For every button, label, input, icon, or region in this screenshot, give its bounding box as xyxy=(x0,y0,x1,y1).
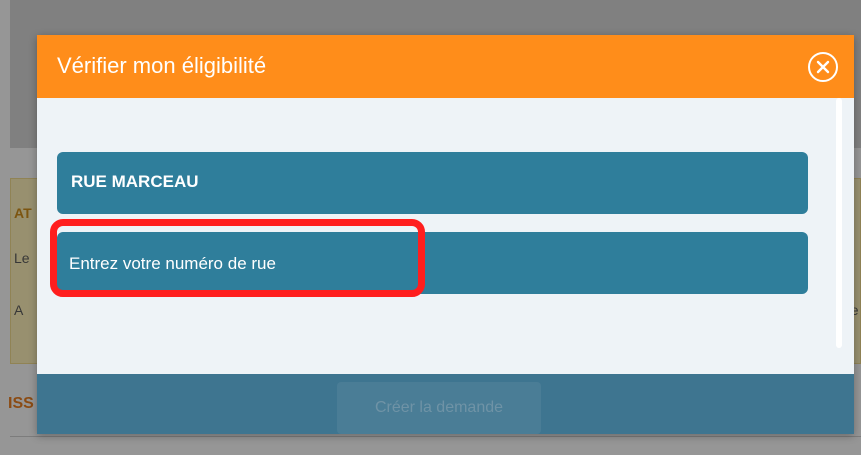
street-field[interactable]: RUE MARCEAU xyxy=(57,152,808,214)
create-request-button[interactable]: Créer la demande xyxy=(337,382,541,434)
modal-header: Vérifier mon éligibilité xyxy=(37,35,854,98)
close-icon xyxy=(816,60,830,74)
street-field-value: RUE MARCEAU xyxy=(71,172,199,191)
close-button[interactable] xyxy=(808,52,838,82)
eligibility-modal: Vérifier mon éligibilité RUE MARCEAU Ent… xyxy=(37,35,854,434)
modal-footer: Créer la demande xyxy=(37,374,854,434)
modal-title: Vérifier mon éligibilité xyxy=(57,53,267,78)
street-number-placeholder: Entrez votre numéro de rue xyxy=(69,254,276,273)
modal-scrollbar[interactable] xyxy=(836,98,842,348)
street-number-field[interactable]: Entrez votre numéro de rue xyxy=(57,232,808,294)
